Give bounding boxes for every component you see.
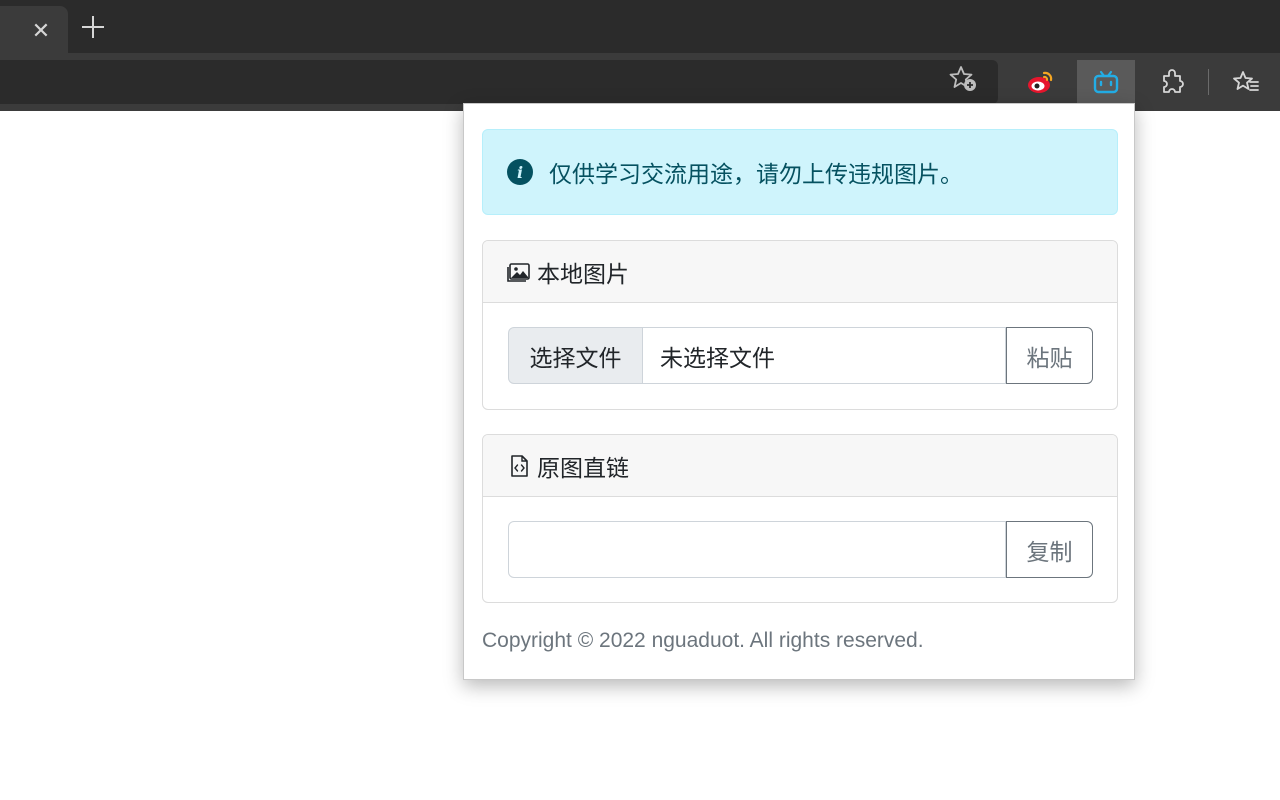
extension-popup: i 仅供学习交流用途，请勿上传违规图片。 本地图片 选择文件 未选择文件 粘贴	[463, 103, 1135, 680]
alert-text: 仅供学习交流用途，请勿上传违规图片。	[549, 162, 963, 188]
direct-link-card: 原图直链 复制	[482, 434, 1118, 603]
choose-file-button[interactable]: 选择文件	[508, 327, 643, 384]
address-bar[interactable]	[0, 60, 998, 104]
weibo-extension-button[interactable]	[1011, 60, 1069, 104]
tab-strip: ✕	[0, 0, 1280, 53]
close-icon[interactable]: ✕	[30, 20, 52, 42]
direct-link-body: 复制	[483, 497, 1117, 602]
image-icon	[507, 260, 531, 284]
file-code-icon	[507, 454, 531, 478]
bilibili-icon	[1093, 70, 1119, 94]
copyright-footer: Copyright © 2022 nguaduot. All rights re…	[482, 629, 924, 652]
local-image-title: 本地图片	[537, 261, 629, 288]
extensions-button[interactable]	[1143, 60, 1201, 104]
extensions-icon	[1163, 69, 1184, 93]
info-alert: i 仅供学习交流用途，请勿上传违规图片。	[482, 129, 1118, 215]
local-image-card: 本地图片 选择文件 未选择文件 粘贴	[482, 240, 1118, 410]
direct-link-input[interactable]	[508, 521, 1006, 578]
favorite-add-icon[interactable]	[948, 63, 978, 93]
favorites-icon	[1233, 71, 1259, 91]
weibo-icon	[1028, 71, 1053, 93]
info-icon: i	[507, 159, 533, 185]
plus-icon[interactable]	[80, 14, 106, 40]
copy-button[interactable]: 复制	[1006, 521, 1093, 578]
link-input-group: 复制	[508, 521, 1093, 578]
file-name-display[interactable]: 未选择文件	[643, 327, 1006, 384]
direct-link-title: 原图直链	[537, 455, 629, 482]
toolbar-bottom	[0, 104, 463, 111]
file-input-group: 选择文件 未选择文件 粘贴	[508, 327, 1093, 384]
local-image-body: 选择文件 未选择文件 粘贴	[483, 303, 1117, 409]
browser-tab[interactable]: ✕	[0, 6, 68, 53]
direct-link-header: 原图直链	[483, 435, 1117, 497]
local-image-header: 本地图片	[483, 241, 1117, 303]
toolbar-separator	[1208, 69, 1209, 95]
favorites-button[interactable]	[1217, 60, 1275, 104]
paste-button[interactable]: 粘贴	[1006, 327, 1093, 384]
bilibili-extension-button[interactable]	[1077, 60, 1135, 104]
